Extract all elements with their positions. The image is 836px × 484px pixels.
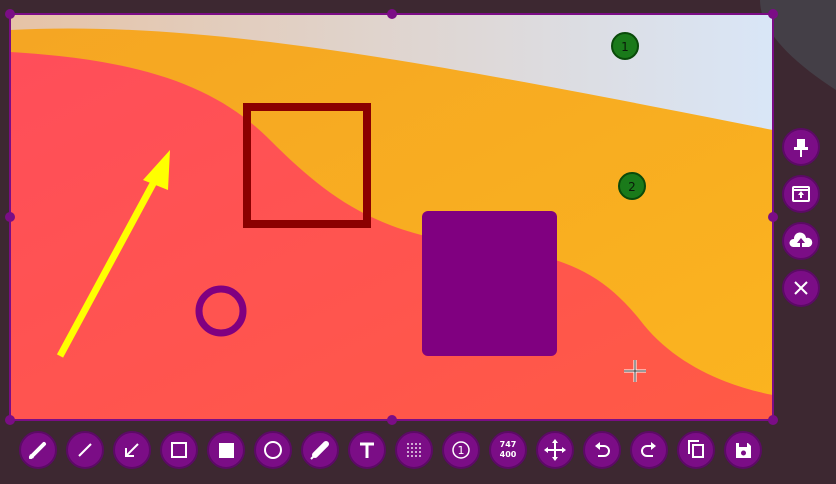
annotation-filled-rectangle[interactable] (422, 211, 557, 356)
text-button[interactable] (348, 431, 386, 469)
blur-button[interactable] (395, 431, 433, 469)
redo-button[interactable] (630, 431, 668, 469)
resize-handle-bottom-left[interactable] (5, 415, 15, 425)
pencil-button[interactable] (19, 431, 57, 469)
marker-button[interactable] (301, 431, 339, 469)
resize-handle-top[interactable] (387, 9, 397, 19)
resize-handle-bottom[interactable] (387, 415, 397, 425)
size-width-label: 747 (500, 440, 517, 449)
resize-handle-bottom-right[interactable] (768, 415, 778, 425)
number-label: 1 (458, 444, 465, 457)
line-button[interactable] (66, 431, 104, 469)
resize-handle-right[interactable] (768, 212, 778, 222)
resize-handle-top-right[interactable] (768, 9, 778, 19)
size-height-label: 400 (500, 450, 517, 459)
filled-rectangle-icon (219, 443, 234, 458)
badge-label: 1 (621, 40, 629, 54)
rectangle-button[interactable] (160, 431, 198, 469)
ellipse-button[interactable] (254, 431, 292, 469)
annotation-number-badge[interactable]: 1 (611, 32, 639, 60)
open-in-app-button[interactable] (782, 175, 820, 213)
upload-cloud-button[interactable] (782, 222, 820, 260)
resize-handle-top-left[interactable] (5, 9, 15, 19)
badge-label: 2 (628, 180, 636, 194)
size-readout[interactable]: 747 400 (489, 431, 527, 469)
capture-region[interactable] (9, 13, 774, 421)
filled-rectangle-button[interactable] (207, 431, 245, 469)
screenshot-editor: 1 2 1 747 400 (0, 0, 836, 484)
annotation-number-badge[interactable]: 2 (618, 172, 646, 200)
pin-button[interactable] (782, 128, 820, 166)
close-button[interactable] (782, 269, 820, 307)
save-button[interactable] (724, 431, 762, 469)
number-button[interactable]: 1 (442, 431, 480, 469)
move-button[interactable] (536, 431, 574, 469)
resize-handle-left[interactable] (5, 212, 15, 222)
undo-button[interactable] (583, 431, 621, 469)
save-icon (736, 443, 751, 458)
arrow-button[interactable] (113, 431, 151, 469)
copy-button[interactable] (677, 431, 715, 469)
